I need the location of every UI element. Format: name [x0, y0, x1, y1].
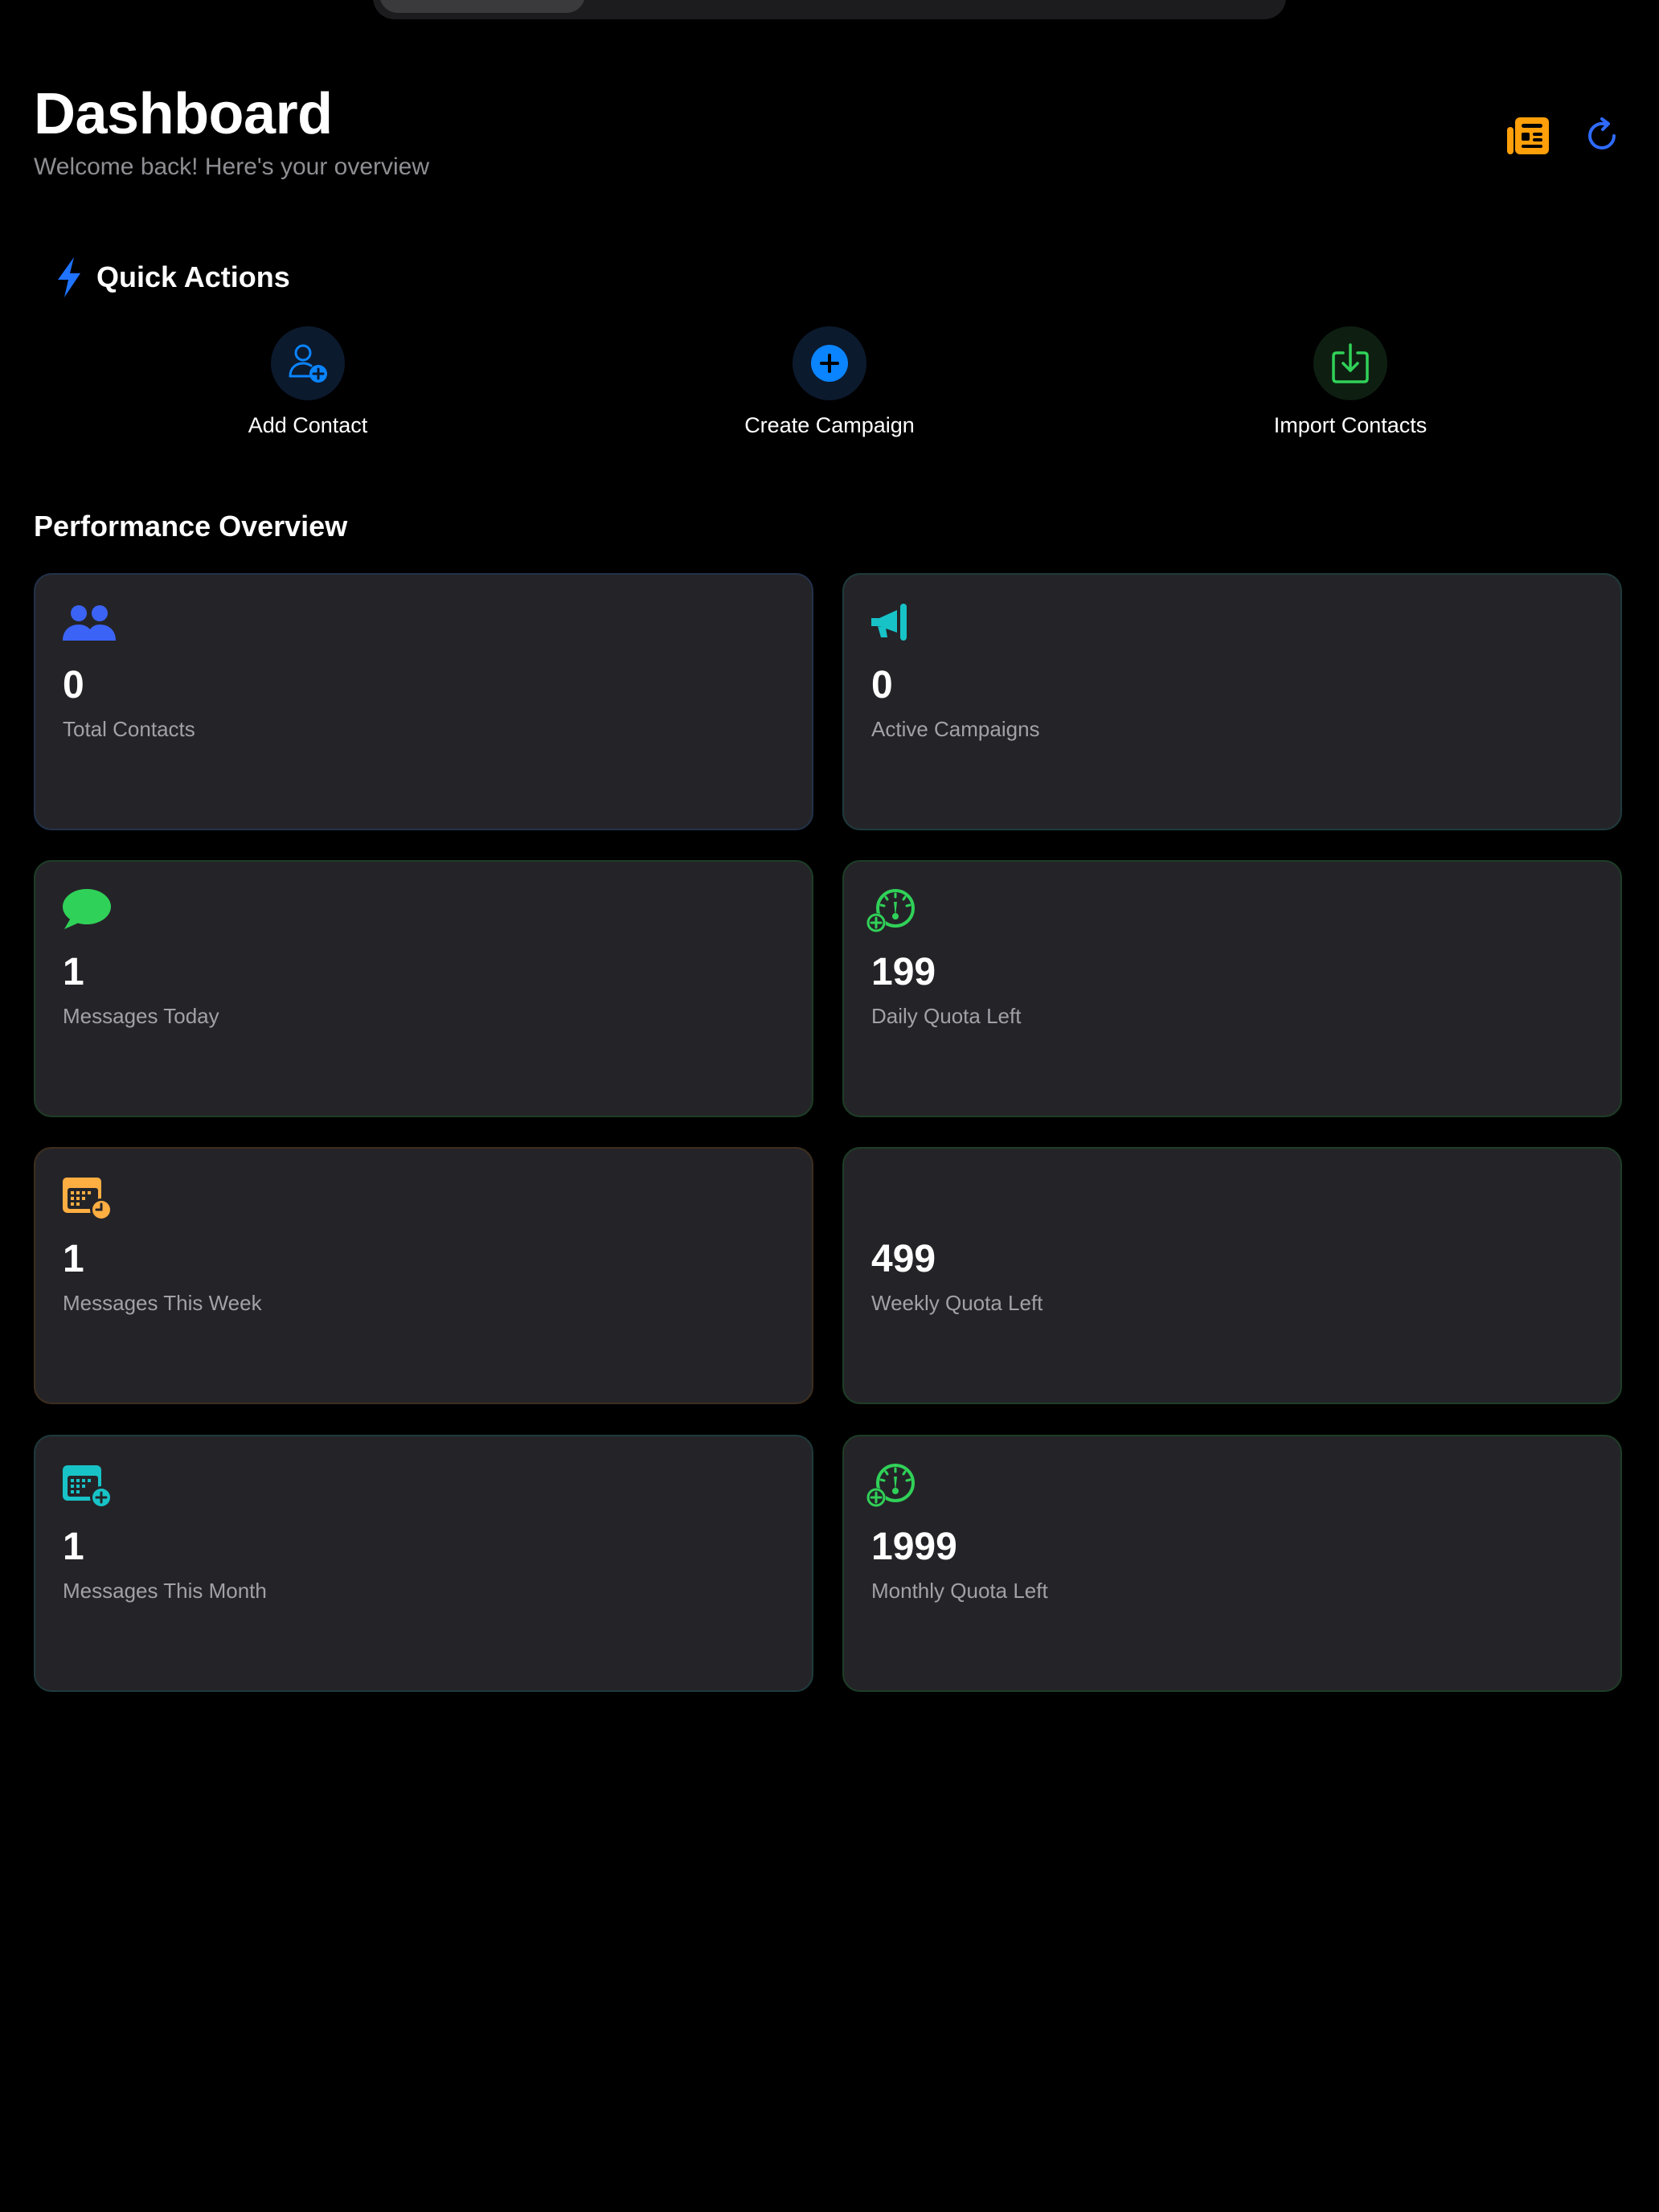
stat-value: 499: [871, 1238, 936, 1280]
add-contact-button[interactable]: Add Contact: [147, 326, 469, 438]
quick-actions-row: Add Contact Create Campaign Import Conta…: [0, 326, 1659, 447]
stat-value: 0: [871, 664, 893, 707]
calendar-clock-icon: [63, 1178, 113, 1221]
stat-card-messages-week[interactable]: 1 Messages This Week: [34, 1147, 813, 1404]
people-icon: [63, 605, 116, 641]
stat-card-total-contacts[interactable]: 0 Total Contacts: [34, 573, 813, 830]
stat-label: Weekly Quota Left: [871, 1291, 1043, 1315]
stat-card-messages-month[interactable]: 1 Messages This Month: [34, 1435, 813, 1692]
quick-actions-header: Quick Actions: [53, 256, 290, 299]
refresh-button[interactable]: [1579, 113, 1625, 159]
performance-overview-title: Performance Overview: [34, 510, 348, 543]
gauge-plus-icon: [866, 1464, 915, 1507]
page-header: Dashboard Welcome back! Here's your over…: [34, 80, 429, 182]
add-contact-label: Add Contact: [248, 413, 368, 437]
refresh-icon: [1588, 117, 1616, 150]
create-campaign-label: Create Campaign: [744, 413, 915, 437]
newspaper-button[interactable]: [1505, 113, 1551, 159]
megaphone-icon: [871, 604, 907, 641]
import-icon: [1332, 343, 1369, 383]
stat-value: 0: [63, 664, 84, 707]
create-campaign-icon-wrap: [793, 326, 866, 400]
stat-label: Monthly Quota Left: [871, 1579, 1048, 1603]
chat-bubble-icon: [63, 889, 111, 929]
import-contacts-label: Import Contacts: [1273, 413, 1428, 437]
create-campaign-button[interactable]: Create Campaign: [669, 326, 990, 438]
stat-value: 1: [63, 1238, 84, 1280]
stat-label: Messages Today: [63, 1004, 219, 1028]
stat-value: 1999: [871, 1526, 957, 1568]
stat-value: 1: [63, 1526, 84, 1568]
bolt-icon: [58, 257, 80, 297]
stat-label: Total Contacts: [63, 717, 195, 741]
import-contacts-button[interactable]: Import Contacts: [1190, 326, 1511, 438]
stat-card-weekly-quota[interactable]: 499 Weekly Quota Left: [842, 1147, 1622, 1404]
import-contacts-icon-wrap: [1313, 326, 1387, 400]
segment-selected[interactable]: [379, 0, 585, 13]
person-add-icon: [289, 344, 327, 383]
quick-actions-title: Quick Actions: [96, 260, 290, 293]
stat-value: 1: [63, 951, 84, 993]
stat-card-daily-quota[interactable]: 199 Daily Quota Left: [842, 860, 1622, 1117]
stat-card-monthly-quota[interactable]: 1999 Monthly Quota Left: [842, 1435, 1622, 1692]
page-subtitle: Welcome back! Here's your overview: [34, 154, 430, 180]
add-contact-icon-wrap: [271, 326, 345, 400]
stat-value: 199: [871, 951, 936, 993]
stat-label: Messages This Week: [63, 1291, 262, 1315]
stat-card-active-campaigns[interactable]: 0 Active Campaigns: [842, 573, 1622, 830]
newspaper-icon: [1507, 117, 1549, 154]
stat-label: Daily Quota Left: [871, 1004, 1022, 1028]
page-title: Dashboard: [34, 82, 333, 146]
stat-card-messages-today[interactable]: 1 Messages Today: [34, 860, 813, 1117]
calendar-plus-icon: [63, 1465, 113, 1509]
plus-circle-icon: [811, 345, 848, 382]
top-segmented-control[interactable]: [373, 0, 1286, 19]
stat-label: Active Campaigns: [871, 717, 1040, 741]
stat-label: Messages This Month: [63, 1579, 267, 1603]
header-actions: [1505, 113, 1625, 159]
gauge-plus-icon: [866, 889, 915, 932]
